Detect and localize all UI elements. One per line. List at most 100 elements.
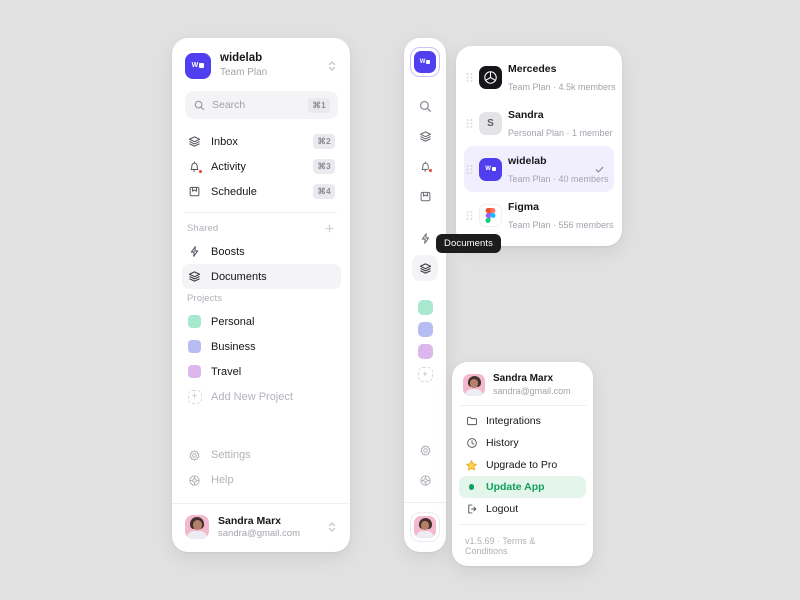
user-menu-header[interactable]: Sandra Marx sandra@gmail.com [459, 369, 586, 405]
rail-item-search[interactable] [412, 93, 438, 119]
tooltip-documents: Documents [436, 234, 501, 253]
sidebar-item-boosts[interactable]: Boosts [182, 239, 341, 264]
sidebar-item-label: Settings [211, 449, 251, 462]
shared-section-header: Shared [172, 219, 350, 237]
plus-icon[interactable] [324, 223, 335, 234]
search-container: Search ⌘1 [172, 89, 350, 127]
projects-section-title: Projects [187, 293, 223, 305]
workspace-option-name: Sandra [508, 109, 544, 121]
drag-handle-icon[interactable] [466, 117, 473, 130]
notification-badge [427, 167, 433, 173]
sidebar-item-travel[interactable]: Travel [182, 359, 341, 384]
sidebar-item-shortcut: ⌘4 [313, 184, 335, 200]
menu-item-logout[interactable]: Logout [459, 498, 586, 520]
rail-project-personal[interactable] [417, 300, 433, 315]
rail-project-business[interactable] [417, 322, 433, 337]
layers-icon [187, 134, 202, 149]
rail-item-activity[interactable] [412, 153, 438, 179]
bolt-icon [419, 232, 432, 245]
sidebar-item-schedule[interactable]: Schedule ⌘4 [182, 179, 341, 204]
sidebar-item-activity[interactable]: Activity ⌘3 [182, 154, 341, 179]
workspace-name: widelab [220, 52, 263, 64]
user-menu-divider [459, 405, 586, 407]
sidebar-item-label: Help [211, 474, 234, 487]
menu-item-integrations[interactable]: Integrations [459, 410, 586, 432]
sidebar-item-help[interactable]: Help [182, 468, 341, 493]
user-email: sandra@gmail.com [493, 385, 571, 396]
user-menu-footer[interactable]: v1.5.69 · Terms & Conditions [459, 529, 586, 564]
folder-icon [465, 415, 478, 428]
clock-icon [465, 437, 478, 450]
workspace-text: widelab Team Plan [220, 52, 317, 79]
workspace-option-sub: Team Plan · 40 members [508, 174, 609, 184]
star-icon [465, 459, 478, 472]
menu-item-label: Logout [486, 503, 519, 516]
sidebar-item-personal[interactable]: Personal [182, 309, 341, 334]
widelab-logo-icon: W [185, 52, 211, 79]
sidebar-item-label: Boosts [211, 245, 245, 258]
project-color-swatch [187, 364, 202, 379]
rail-workspace-button[interactable]: W [410, 47, 440, 77]
workspace-option-sub: Personal Plan · 1 member [508, 128, 613, 138]
rail-user-button[interactable] [410, 512, 440, 542]
drag-handle-icon[interactable] [466, 209, 473, 222]
chevron-up-down-icon[interactable] [326, 520, 338, 534]
rail-item-schedule[interactable] [412, 183, 438, 209]
figma-logo-icon [479, 203, 502, 227]
add-new-project-button[interactable]: + Add New Project [182, 384, 341, 409]
project-color-swatch [187, 314, 202, 329]
menu-item-update-app[interactable]: Update App [459, 476, 586, 499]
drag-handle-icon[interactable] [466, 71, 473, 84]
rail-item-inbox[interactable] [412, 123, 438, 149]
layers-icon [419, 130, 432, 143]
sidebar-item-label: Schedule [211, 185, 257, 198]
drag-handle-icon[interactable] [466, 163, 473, 176]
rail-item-help[interactable] [412, 467, 438, 493]
avatar [414, 516, 436, 538]
bell-icon [419, 160, 433, 173]
sidebar-item-documents[interactable]: Documents [182, 264, 341, 290]
projects-section-header: Projects [172, 289, 350, 307]
sidebar-item-label: Inbox [211, 135, 238, 148]
check-icon [594, 164, 605, 175]
sidebar-item-settings[interactable]: Settings [182, 443, 341, 468]
user-email: sandra@gmail.com [218, 527, 300, 539]
sidebar-item-business[interactable]: Business [182, 334, 341, 359]
workspace-option-figma[interactable]: Figma Team Plan · 556 members [464, 192, 614, 238]
rail-item-boosts[interactable] [412, 225, 438, 251]
sidebar-user-button[interactable]: Sandra Marx sandra@gmail.com [172, 504, 350, 552]
workspace-option-sub: Team Plan · 556 members [508, 220, 614, 230]
workspace-plan: Team Plan [220, 66, 268, 78]
sidebar-item-shortcut: ⌘3 [313, 159, 335, 175]
user-menu-text: Sandra Marx sandra@gmail.com [493, 373, 582, 397]
workspace-option-widelab[interactable]: W widelab Team Plan · 40 members [464, 146, 614, 192]
search-input[interactable]: Search ⌘1 [185, 91, 338, 120]
plus-icon: + [187, 389, 202, 404]
notification-badge [198, 169, 203, 175]
menu-item-upgrade-to-pro[interactable]: Upgrade to Pro [459, 454, 586, 476]
workspace-option-mercedes[interactable]: Mercedes Team Plan · 4.5k members [464, 54, 616, 100]
search-icon [194, 100, 205, 111]
chevron-up-down-icon[interactable] [326, 59, 338, 73]
workspace-option-sandra[interactable]: S Sandra Personal Plan · 1 member [464, 100, 614, 146]
search-icon [419, 100, 432, 113]
menu-item-history[interactable]: History [459, 432, 586, 454]
project-color-swatch [187, 339, 202, 354]
user-menu-popover: Sandra Marx sandra@gmail.com Integration… [452, 362, 593, 567]
rail-project-travel[interactable] [417, 344, 433, 359]
sidebar-bottom-nav: Settings Help [172, 441, 350, 493]
sidebar-item-inbox[interactable]: Inbox ⌘2 [182, 129, 341, 154]
menu-item-label: Upgrade to Pro [486, 459, 558, 472]
workspace-option-text: Mercedes Team Plan · 4.5k members [508, 59, 616, 95]
rail-add-project-button[interactable]: + [417, 367, 433, 382]
user-text: Sandra Marx sandra@gmail.com [218, 515, 317, 540]
gear-icon [187, 448, 202, 463]
rail-item-settings[interactable] [412, 437, 438, 463]
workspace-switcher-button[interactable]: W widelab Team Plan [172, 38, 350, 89]
layers-icon [419, 262, 432, 275]
calendar-icon [419, 190, 432, 203]
rail-item-documents[interactable] [412, 255, 438, 281]
user-menu-footer-divider [459, 524, 586, 526]
avatar [185, 515, 209, 540]
